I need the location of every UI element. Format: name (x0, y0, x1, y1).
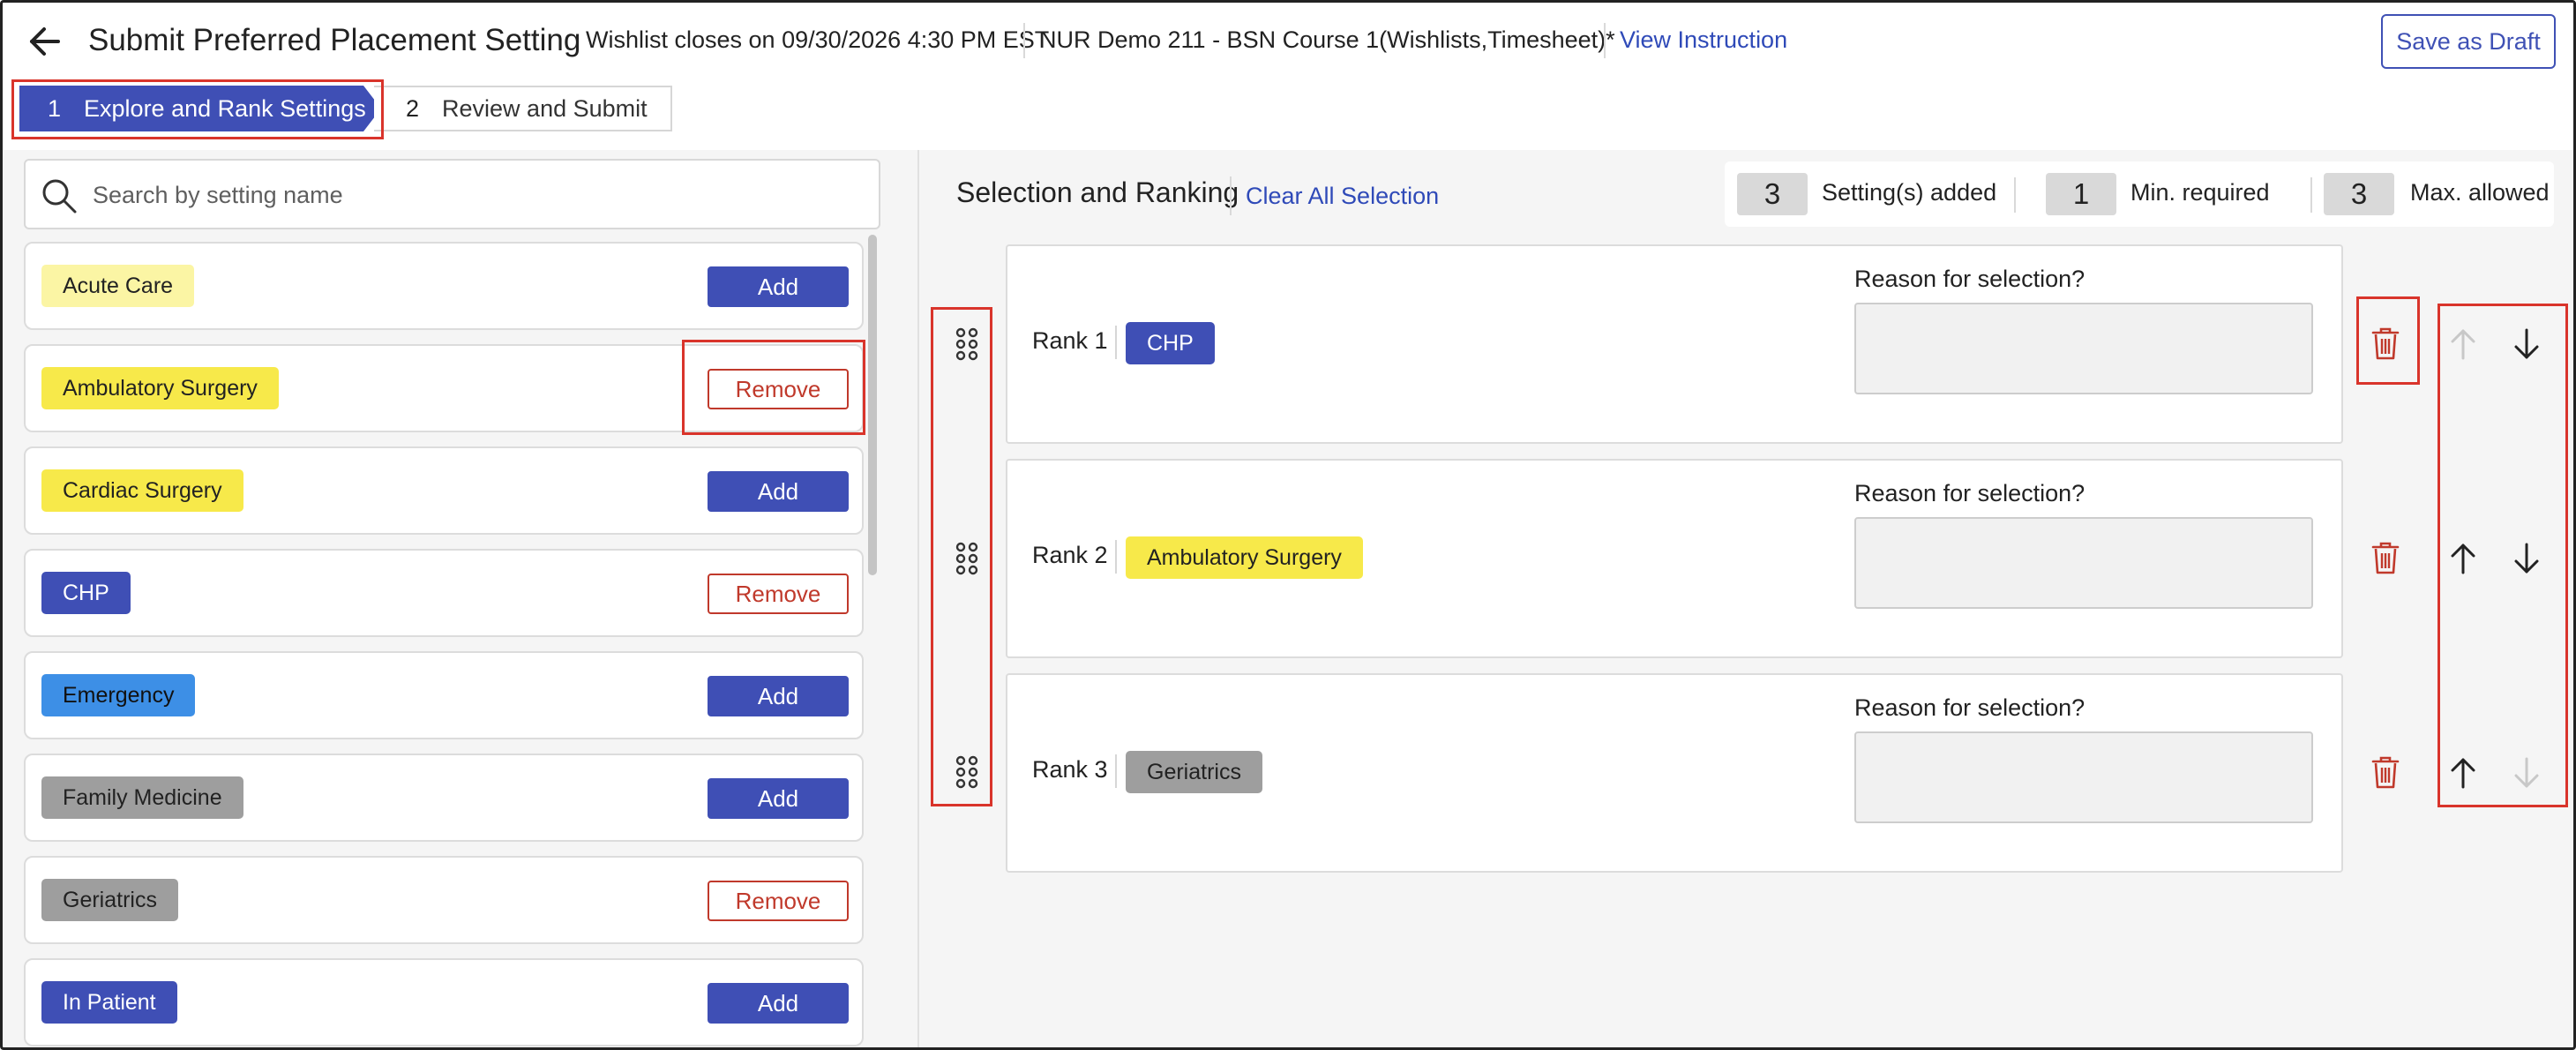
setting-tag: Ambulatory Surgery (41, 367, 279, 409)
search-box (24, 159, 880, 229)
min-required-label: Min. required (2130, 179, 2270, 206)
setting-tag: CHP (41, 572, 131, 614)
setting-tag: Geriatrics (41, 879, 178, 921)
rank-setting-tag: CHP (1126, 322, 1215, 364)
remove-button[interactable]: Remove (708, 881, 849, 921)
rank-label: Rank 1 (1032, 327, 1108, 354)
rank-card: Rank 3 Geriatrics Reason for selection? (1006, 673, 2343, 873)
header-divider (1604, 23, 1606, 58)
settings-added-label: Setting(s) added (1822, 179, 1997, 206)
setting-tag: Family Medicine (41, 776, 243, 819)
setting-tag: Emergency (41, 674, 196, 716)
list-item: In Patient Add (24, 958, 864, 1046)
remove-button[interactable]: Remove (708, 574, 849, 614)
reason-input[interactable] (1854, 303, 2313, 394)
rank-card: Rank 1 CHP Reason for selection? (1006, 244, 2343, 444)
annotation-box (2356, 296, 2420, 385)
wishlist-deadline: Wishlist closes on 09/30/2026 4:30 PM ES… (586, 26, 1050, 53)
reason-label: Reason for selection? (1854, 266, 2086, 292)
annotation-box (11, 79, 384, 139)
rank-setting-tag: Geriatrics (1126, 751, 1262, 793)
reason-label: Reason for selection? (1854, 694, 2086, 721)
view-instruction-link[interactable]: View Instruction (1620, 26, 1787, 54)
course-name: NUR Demo 211 - BSN Course 1(Wishlists,Ti… (1039, 26, 1615, 53)
save-as-draft-button[interactable]: Save as Draft (2381, 14, 2556, 69)
reason-input[interactable] (1854, 731, 2313, 823)
stats-divider (2014, 177, 2016, 213)
selection-title: Selection and Ranking (956, 176, 1239, 208)
step-label: Review and Submit (442, 94, 648, 122)
list-scrollbar[interactable] (868, 235, 877, 575)
rank-divider (1115, 326, 1117, 359)
rank-divider (1115, 540, 1117, 574)
annotation-box (682, 340, 865, 435)
trash-icon[interactable] (2370, 754, 2400, 790)
back-button[interactable] (25, 22, 64, 61)
rank-label: Rank 3 (1032, 756, 1108, 783)
list-item: Family Medicine Add (24, 754, 864, 842)
add-button[interactable]: Add (708, 471, 849, 512)
list-item: Geriatrics Remove (24, 856, 864, 944)
step-number: 2 (406, 94, 420, 122)
add-button[interactable]: Add (708, 266, 849, 307)
header-divider (1023, 23, 1025, 58)
setting-tag: Acute Care (41, 265, 195, 307)
setting-tag: Cardiac Surgery (41, 469, 243, 512)
add-button[interactable]: Add (708, 983, 849, 1024)
rank-divider (1115, 754, 1117, 788)
setting-tag: In Patient (41, 981, 177, 1024)
min-required-count: 1 (2046, 173, 2116, 215)
title-divider (1230, 176, 1232, 215)
add-button[interactable]: Add (708, 778, 849, 819)
max-allowed-label: Max. allowed (2410, 179, 2550, 206)
annotation-box (2437, 304, 2568, 807)
list-item: Acute Care Add (24, 242, 864, 330)
rank-label: Rank 2 (1032, 542, 1108, 568)
clear-all-selection-link[interactable]: Clear All Selection (1246, 183, 1439, 210)
max-allowed-count: 3 (2324, 173, 2394, 215)
search-input[interactable] (93, 176, 851, 214)
header: Submit Preferred Placement Setting Wishl… (0, 0, 2576, 79)
annotation-box (931, 307, 992, 806)
step-review-and-submit[interactable]: 2 Review and Submit (374, 86, 672, 131)
reason-input[interactable] (1854, 517, 2313, 609)
reason-label: Reason for selection? (1854, 480, 2086, 506)
stats-divider (2310, 177, 2312, 213)
selection-stats: 3 Setting(s) added 1 Min. required 3 Max… (1725, 161, 2554, 227)
settings-added-count: 3 (1737, 173, 1808, 215)
list-item: Cardiac Surgery Add (24, 446, 864, 535)
list-item: Emergency Add (24, 651, 864, 739)
rank-setting-tag: Ambulatory Surgery (1126, 536, 1363, 579)
add-button[interactable]: Add (708, 676, 849, 716)
list-item: CHP Remove (24, 549, 864, 637)
page-title: Submit Preferred Placement Setting (88, 23, 581, 57)
trash-icon[interactable] (2370, 540, 2400, 575)
rank-card: Rank 2 Ambulatory Surgery Reason for sel… (1006, 459, 2343, 658)
search-icon (42, 179, 77, 214)
arrow-left-icon (30, 27, 60, 56)
